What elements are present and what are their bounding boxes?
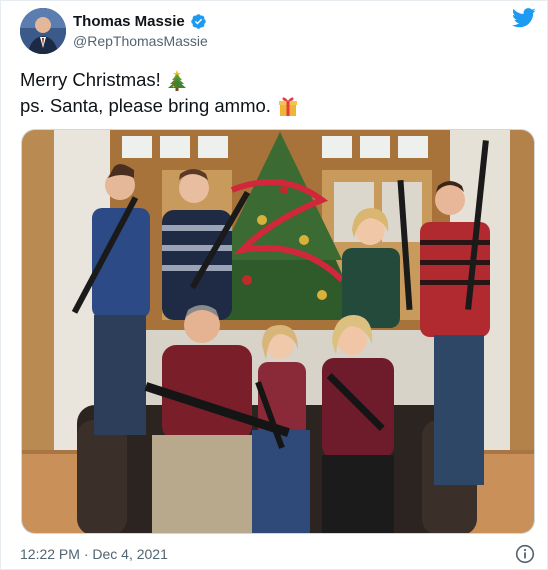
tweet-card: Thomas Massie @RepThomasMassie Merry Chr… <box>0 0 548 570</box>
tweet-line-2-text: ps. Santa, please bring ammo. <box>20 95 271 116</box>
info-icon[interactable] <box>515 544 535 564</box>
verified-badge-icon <box>190 13 206 29</box>
display-name[interactable]: Thomas Massie <box>73 13 185 30</box>
tweet-line-2: ps. Santa, please bring ammo. <box>20 93 299 119</box>
tweet-line-1-text: Merry Christmas! <box>20 69 161 90</box>
twitter-logo-icon[interactable] <box>512 8 536 28</box>
tweet-line-1: Merry Christmas! <box>20 67 299 93</box>
family-christmas-photo[interactable] <box>21 129 535 534</box>
author-name-row: Thomas Massie <box>73 11 207 31</box>
avatar[interactable] <box>20 8 66 54</box>
tweet-timestamp[interactable]: 12:22 PM · Dec 4, 2021 <box>20 546 168 562</box>
tweet-text: Merry Christmas! ps. Santa, please bring… <box>20 67 299 119</box>
wrapped-gift-emoji <box>278 97 297 116</box>
handle[interactable]: @RepThomasMassie <box>73 33 208 49</box>
christmas-tree-emoji <box>167 70 186 91</box>
